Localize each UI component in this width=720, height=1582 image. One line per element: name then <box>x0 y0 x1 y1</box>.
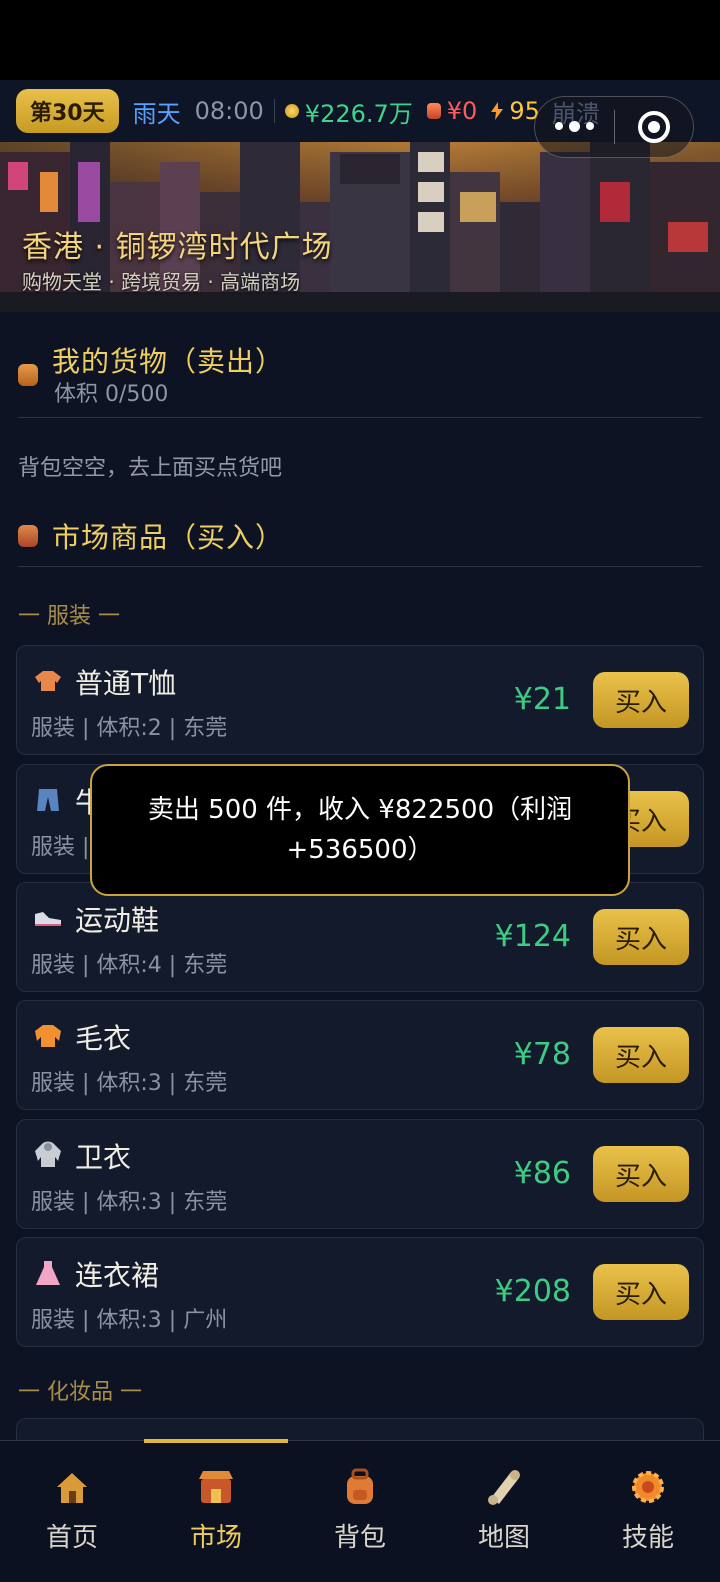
market-header: 市场商品（买入） <box>18 516 284 556</box>
buy-button[interactable]: 买入 <box>593 1146 689 1202</box>
tab-label: 市场 <box>189 1523 242 1553</box>
more-button[interactable] <box>535 121 614 132</box>
location-title: 香港 · 铜锣湾时代广场 <box>22 230 333 265</box>
product-card: 普通T恤 服装 | 体积:2 | 东莞 ¥21 买入 <box>16 645 704 755</box>
jeans-icon <box>33 785 63 815</box>
tab-map[interactable]: 地图 <box>432 1441 576 1582</box>
toast-message: 卖出 500 件，收入 ¥822500（利润 +536500） <box>90 764 630 896</box>
product-meta: 服装 | 体积:4 | 东莞 <box>31 953 228 978</box>
map-icon <box>484 1467 524 1507</box>
product-price: ¥78 <box>513 1037 571 1072</box>
divider <box>18 566 702 567</box>
market-icon <box>196 1467 236 1507</box>
status-bar <box>0 0 720 80</box>
money-stat: ¥226.7万 <box>284 94 413 129</box>
product-meta: 服装 | 体积:3 | 广州 <box>31 1308 228 1333</box>
product-card: 运动鞋 服装 | 体积:4 | 东莞 ¥124 买入 <box>16 882 704 992</box>
debt-icon <box>426 103 441 119</box>
dress-icon <box>33 1258 63 1288</box>
tab-backpack[interactable]: 背包 <box>288 1441 432 1582</box>
inventory-title: 我的货物（卖出） <box>52 345 285 378</box>
buy-button[interactable]: 买入 <box>593 672 689 728</box>
bag-icon <box>18 364 38 386</box>
coin-icon <box>284 104 299 118</box>
target-icon <box>637 111 670 143</box>
shop-icon <box>18 525 38 547</box>
backpack-icon <box>340 1467 380 1507</box>
debt-stat: ¥0 <box>426 97 478 125</box>
product-price: ¥124 <box>494 919 571 954</box>
product-card: 连衣裙 服装 | 体积:3 | 广州 ¥208 买入 <box>16 1237 704 1347</box>
skills-icon <box>628 1467 668 1507</box>
divider <box>18 417 702 418</box>
tshirt-icon <box>33 666 63 696</box>
product-price: ¥208 <box>494 1274 571 1309</box>
debt-value: ¥0 <box>446 97 478 125</box>
buy-button[interactable]: 买入 <box>593 909 689 965</box>
product-name: 普通T恤 <box>75 667 177 700</box>
product-name: 运动鞋 <box>75 904 160 937</box>
lightning-icon <box>491 102 504 120</box>
buy-button[interactable]: 买入 <box>593 1027 689 1083</box>
bottom-tab-bar: 首页 市场 背包 地图 技能 <box>0 1439 720 1582</box>
product-meta: 服装 | 体积:2 | 东莞 <box>31 716 228 741</box>
tab-market[interactable]: 市场 <box>144 1441 288 1582</box>
product-meta: 服装 | 体积:3 | 东莞 <box>31 1190 228 1215</box>
buy-button[interactable]: 买入 <box>593 1264 689 1320</box>
product-name: 毛衣 <box>75 1022 132 1055</box>
day-badge: 第30天 <box>16 89 119 133</box>
product-card: 卫衣 服装 | 体积:3 | 东莞 ¥86 买入 <box>16 1119 704 1229</box>
category-label: 一 化妆品 一 <box>18 1380 142 1405</box>
miniprogram-capsule <box>534 96 694 158</box>
product-meta: 服装 | 体积:3 | 东莞 <box>31 1071 228 1096</box>
tab-home[interactable]: 首页 <box>0 1441 144 1582</box>
tab-label: 背包 <box>333 1523 386 1553</box>
home-icon <box>52 1467 92 1507</box>
tab-label: 首页 <box>45 1523 98 1553</box>
empty-inventory-hint: 背包空空，去上面买点货吧 <box>18 456 283 481</box>
time-label: 08:00 <box>194 97 264 125</box>
product-name: 连衣裙 <box>75 1259 160 1292</box>
divider <box>273 99 275 123</box>
sneaker-icon <box>33 903 63 933</box>
hoodie-icon <box>33 1140 63 1170</box>
product-price: ¥86 <box>513 1156 571 1191</box>
location-subtitle: 购物天堂 · 跨境贸易 · 高端商场 <box>22 270 301 294</box>
sweater-icon <box>33 1021 63 1051</box>
close-button[interactable] <box>615 111 694 143</box>
energy-stat: 95 <box>491 97 540 125</box>
weather-label: 雨天 <box>132 99 181 128</box>
product-name: 卫衣 <box>75 1141 132 1174</box>
inventory-volume: 体积 0/500 <box>54 382 169 407</box>
tab-label: 技能 <box>621 1523 674 1553</box>
tab-label: 地图 <box>477 1523 530 1553</box>
category-label: 一 服装 一 <box>18 604 120 629</box>
money-value: ¥226.7万 <box>304 99 413 128</box>
market-title: 市场商品（买入） <box>52 521 285 554</box>
product-card: 毛衣 服装 | 体积:3 | 东莞 ¥78 买入 <box>16 1000 704 1110</box>
location-banner: 香港 · 铜锣湾时代广场 购物天堂 · 跨境贸易 · 高端商场 <box>0 142 720 312</box>
product-price: ¥21 <box>513 682 571 717</box>
tab-skills[interactable]: 技能 <box>576 1441 720 1582</box>
